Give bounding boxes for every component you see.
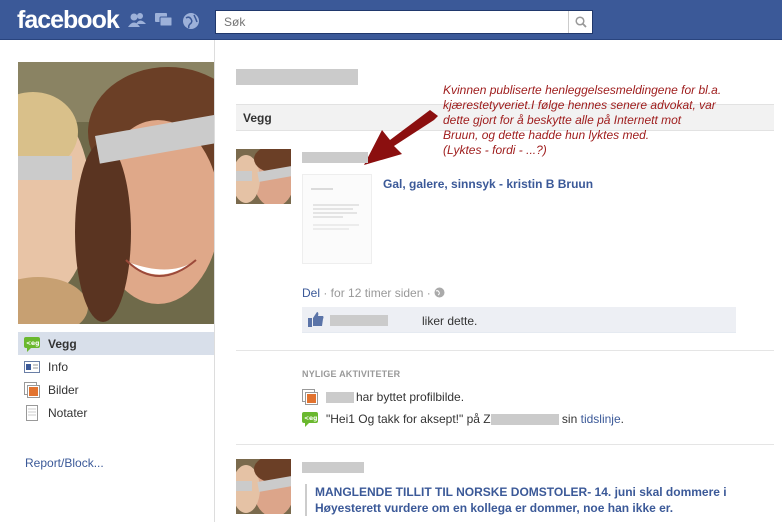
sidebar-item-vegg[interactable]: <eg> Vegg [18,332,214,355]
timeline-link[interactable]: tidslinje [581,412,621,426]
post-avatar[interactable] [236,149,291,204]
report-block-link[interactable]: Report/Block... [25,456,104,470]
column-separator [214,40,215,522]
wall-icon: <eg> [24,336,44,352]
wall-icon: <eg> [302,411,322,427]
divider [236,444,774,445]
annotation-arrow-icon [364,110,438,165]
author-name-redaction [302,152,368,163]
search-icon [574,16,587,28]
post-quote[interactable]: MANGLENDE TILLIT TIL NORSKE DOMSTOLER- 1… [305,484,745,516]
search-input[interactable] [216,11,566,33]
friend-requests-icon[interactable] [128,12,146,28]
notifications-globe-icon[interactable] [182,12,200,29]
post-meta: Del · for 12 timer siden · [302,286,445,300]
sidebar-item-label: Info [48,359,69,374]
profile-name-redaction [236,69,358,85]
divider [236,350,774,351]
sidebar-item-notater[interactable]: Notater [18,401,214,424]
messages-icon[interactable] [155,12,173,28]
photos-icon [302,389,318,405]
profile-picture[interactable] [18,62,214,324]
profile-nav: <eg> Vegg Info Bilder Notater [18,332,214,424]
search-box[interactable] [215,10,593,34]
privacy-globe-icon[interactable] [434,286,445,300]
info-icon [24,359,40,375]
link-title[interactable]: Gal, galere, sinnsyk - kristin B Bruun [383,177,593,191]
sidebar-item-label: Notater [48,405,88,420]
recent-activity-heading: NYLIGE AKTIVITETER [302,369,401,379]
search-button[interactable] [568,11,592,33]
share-link[interactable]: Del [302,286,320,300]
post-avatar[interactable] [236,459,291,514]
likes-bar: liker dette. [302,307,736,333]
activity-item: har byttet profilbilde. [302,389,464,405]
sidebar-item-label: Bilder [48,382,79,397]
top-bar: facebook [0,0,782,40]
face-redaction [18,156,72,180]
likes-text: liker dette. [422,314,478,328]
activity-item: <eg> "Hei1 Og takk for aksept!" på Z sin… [302,411,624,427]
photos-icon [24,381,40,398]
annotation-text: Kvinnen publiserte henleggelsesmeldingen… [443,83,722,157]
facebook-logo[interactable]: facebook [17,6,120,35]
notes-icon [24,404,40,421]
sidebar-item-label: Vegg [48,336,77,351]
liker-name-redaction [330,315,388,326]
svg-text:<eg>: <eg> [304,415,318,422]
link-thumbnail[interactable] [302,174,372,264]
thumbs-up-icon[interactable] [308,312,324,330]
sidebar-item-bilder[interactable]: Bilder [18,378,214,401]
svg-text:<eg>: <eg> [26,340,40,347]
sidebar-item-info[interactable]: Info [18,355,214,378]
author-name-redaction [302,462,364,473]
post-time[interactable]: · for 12 timer siden · [320,286,434,300]
